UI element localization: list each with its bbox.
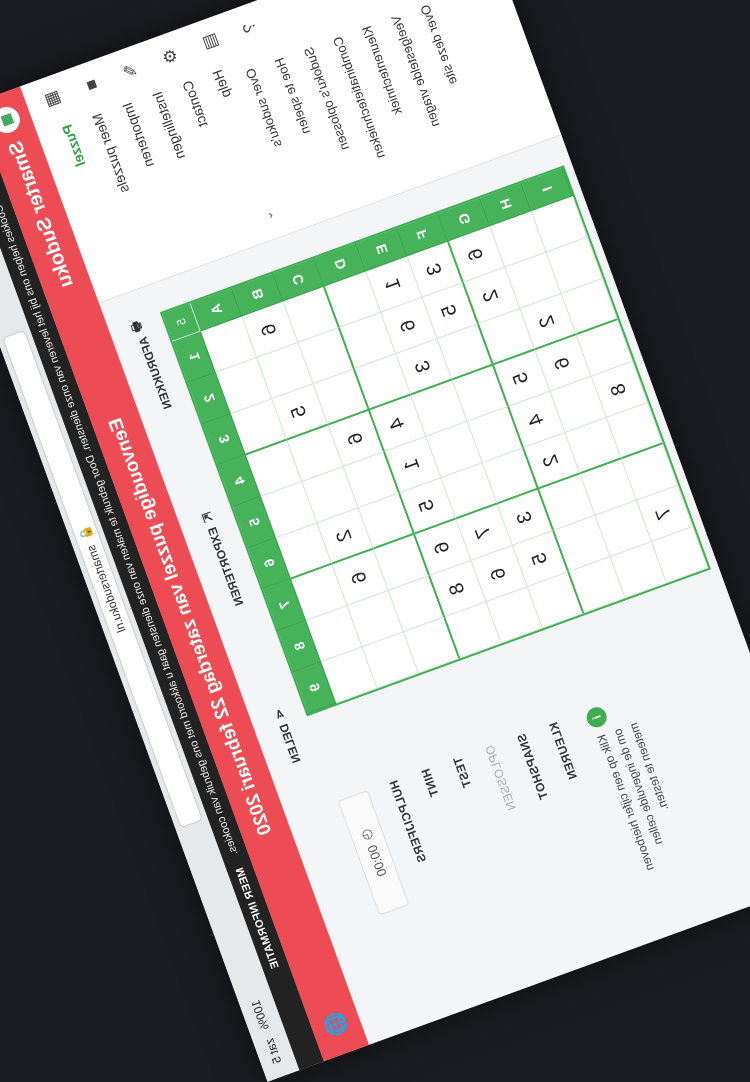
pencil-icon[interactable]: ✎ bbox=[120, 60, 144, 81]
folder-icon[interactable]: ■ bbox=[81, 77, 103, 93]
printer-icon: 🖶 bbox=[127, 319, 145, 335]
date-text: zat 5 bbox=[262, 1036, 285, 1066]
gear-icon[interactable]: ⚙ bbox=[159, 45, 183, 67]
grid-icon[interactable]: ▦ bbox=[40, 88, 64, 111]
sidebar-item-help-label: Help bbox=[208, 67, 234, 101]
tools-panel: ◷ 00:00 HULPCIJFERS HINT TEST OPLOSSEN S… bbox=[337, 694, 700, 989]
lock-icon: 🔒 bbox=[76, 523, 95, 543]
help-icon[interactable]: ? bbox=[239, 19, 261, 35]
clock-icon: ◷ bbox=[357, 826, 376, 843]
print-label: AFDRUKKEN bbox=[135, 334, 175, 412]
app-logo[interactable]: ▦ bbox=[0, 103, 24, 137]
share-button[interactable]: ⋖ DELEN bbox=[267, 706, 306, 766]
timer-value: 00:00 bbox=[363, 843, 390, 879]
contact-icon[interactable]: ▤ bbox=[198, 31, 222, 53]
battery-percentage: 100% bbox=[248, 998, 273, 1032]
share-label: DELEN bbox=[276, 722, 304, 766]
share-icon: ⋖ bbox=[270, 706, 288, 722]
screen: 🔒 smartersudoku.nl 100% zat 5 Cookies he… bbox=[0, 0, 750, 1082]
info-icon: i bbox=[583, 704, 610, 731]
export-icon: ⇱ bbox=[199, 510, 216, 525]
export-label: EXPORTEREN bbox=[204, 525, 246, 608]
globe-icon[interactable]: 🌐 bbox=[321, 1008, 353, 1040]
chevron-down-icon: ⌄ bbox=[260, 209, 277, 224]
